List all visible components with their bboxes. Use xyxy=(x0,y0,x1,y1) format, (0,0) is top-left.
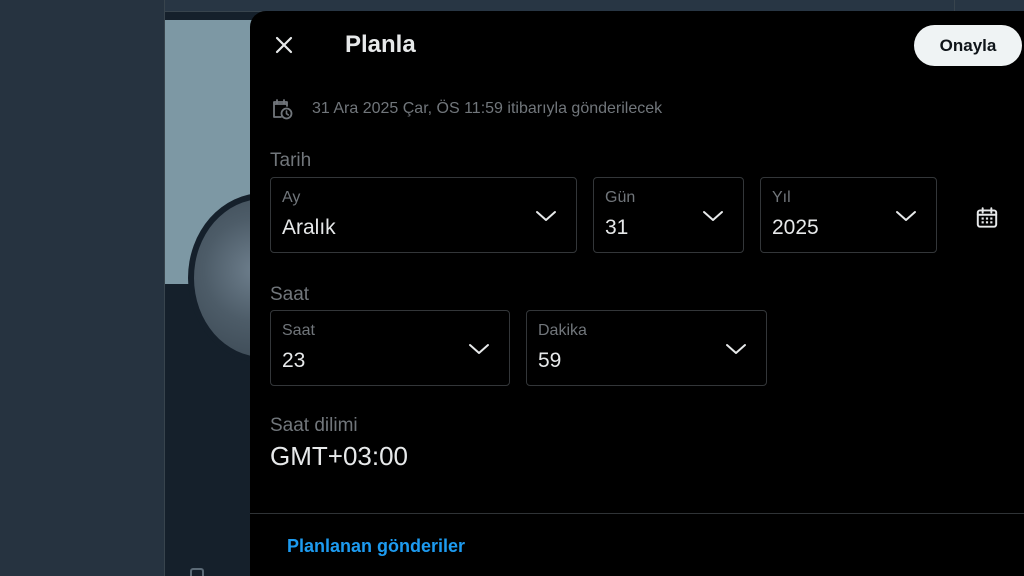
chevron-down-icon xyxy=(536,211,556,221)
chevron-down-icon xyxy=(896,211,916,221)
chevron-down-icon xyxy=(726,344,746,354)
calendar-icon xyxy=(976,207,998,228)
hour-value: 23 xyxy=(282,349,306,372)
calendar-clock-icon xyxy=(273,99,293,120)
year-select[interactable]: Yıl 2025 xyxy=(760,177,937,253)
month-select[interactable]: Ay Aralık xyxy=(270,177,577,253)
background-icon xyxy=(190,568,204,576)
day-select[interactable]: Gün 31 xyxy=(593,177,744,253)
hour-label: Saat xyxy=(282,322,315,339)
minute-select[interactable]: Dakika 59 xyxy=(526,310,767,386)
timezone-value: GMT+03:00 xyxy=(270,441,409,471)
confirm-button[interactable]: Onayla xyxy=(914,25,1022,66)
calendar-button[interactable] xyxy=(972,203,1002,233)
scheduled-info: 31 Ara 2025 Çar, ÖS 11:59 itibarıyla gön… xyxy=(270,97,662,121)
chevron-down-icon xyxy=(469,344,489,354)
minute-value: 59 xyxy=(538,349,562,372)
time-section-label: Saat xyxy=(270,284,310,305)
close-icon xyxy=(275,36,293,54)
month-value: Aralık xyxy=(282,216,336,239)
year-value: 2025 xyxy=(772,216,819,239)
scheduled-posts-link[interactable]: Planlanan gönderiler xyxy=(287,536,465,557)
close-button[interactable] xyxy=(266,27,302,63)
chevron-down-icon xyxy=(703,211,723,221)
divider xyxy=(250,513,1024,514)
day-value: 31 xyxy=(605,216,629,239)
schedule-modal: Planla Onayla 31 Ara 2025 Çar, ÖS 11:59 … xyxy=(250,11,1024,576)
background-sidebar xyxy=(0,0,165,576)
modal-title: Planla xyxy=(345,31,416,58)
scheduled-text: 31 Ara 2025 Çar, ÖS 11:59 itibarıyla gön… xyxy=(312,100,663,117)
minute-label: Dakika xyxy=(538,322,587,339)
year-label: Yıl xyxy=(772,189,791,206)
timezone-label: Saat dilimi xyxy=(270,415,358,436)
day-label: Gün xyxy=(605,189,636,206)
hour-select[interactable]: Saat 23 xyxy=(270,310,510,386)
date-section-label: Tarih xyxy=(270,150,312,171)
month-label: Ay xyxy=(282,189,301,206)
